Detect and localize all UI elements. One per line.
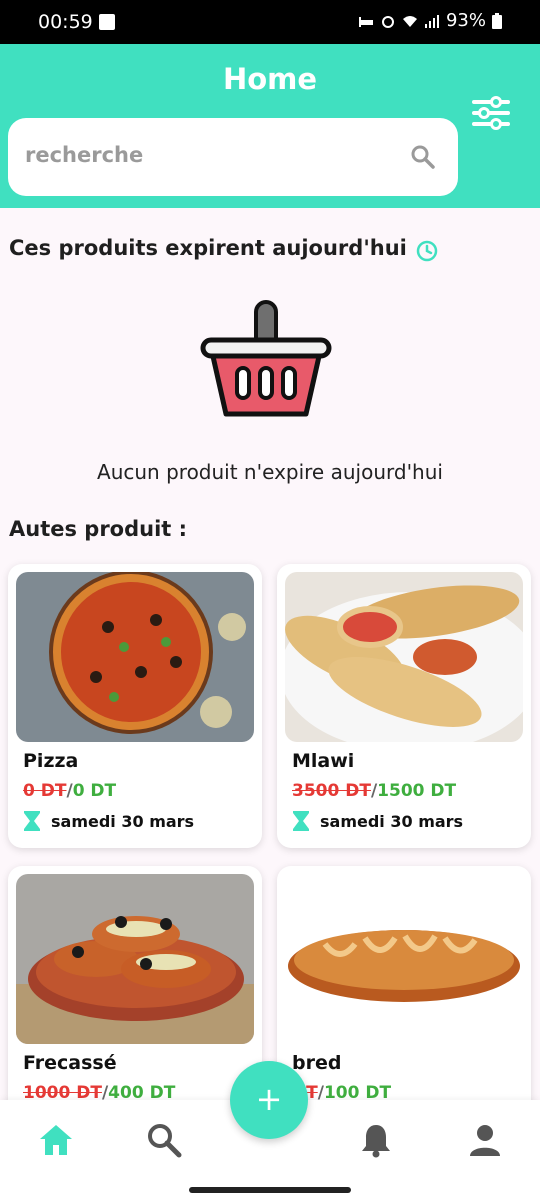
product-card-pizza[interactable]: Pizza 0 DT/0 DT samedi 30 mars: [8, 564, 262, 848]
other-products-title: Autes produit :: [9, 517, 188, 541]
search-placeholder: recherche: [25, 143, 144, 167]
gesture-bar[interactable]: [189, 1187, 351, 1193]
profile-icon[interactable]: [467, 1122, 503, 1158]
product-image-frecasse: [16, 874, 254, 1044]
bed-icon: [358, 16, 373, 27]
status-bar: 00:59 93%: [0, 0, 540, 44]
hourglass-icon: [293, 811, 309, 831]
expiring-section-title: Ces produits expirent aujourd'hui: [9, 236, 407, 260]
product-image-bred: [285, 874, 523, 1044]
status-icons: 93%: [358, 10, 502, 31]
hourglass-icon: [24, 811, 40, 831]
old-price: 0 DT: [23, 781, 67, 801]
expiry-date: samedi 30 mars: [51, 811, 195, 831]
filter-icon[interactable]: [472, 96, 510, 130]
product-name: Pizza: [23, 750, 79, 772]
gallery-notification-icon: [99, 14, 115, 30]
new-price: 1500 DT: [377, 781, 457, 801]
empty-message: Aucun produit n'expire aujourd'hui: [97, 460, 443, 484]
page-title: Home: [222, 62, 318, 96]
product-card-mlawi[interactable]: Mlawi 3500 DT/1500 DT samedi 30 mars: [277, 564, 531, 848]
add-product-button[interactable]: +: [230, 1061, 308, 1139]
bell-icon[interactable]: [358, 1122, 394, 1158]
status-time: 00:59: [38, 11, 93, 33]
search-icon[interactable]: [146, 1122, 182, 1158]
home-icon[interactable]: [38, 1122, 74, 1158]
alarm-icon: [381, 15, 394, 28]
product-name: Mlawi: [292, 750, 355, 772]
new-price: 0 DT: [72, 781, 117, 801]
product-price: 3500 DT/1500 DT: [292, 781, 456, 801]
product-price: 0 DT/0 DT: [23, 781, 116, 801]
product-image-pizza: [16, 572, 254, 742]
clock-icon: [416, 240, 438, 262]
wifi-icon: [402, 15, 417, 27]
app-bar: Home recherche: [0, 44, 540, 208]
product-image-mlawi: [285, 572, 523, 742]
product-name: bred: [292, 1052, 342, 1074]
battery-icon: [492, 12, 502, 29]
old-price: 3500 DT: [292, 781, 371, 801]
search-icon[interactable]: [410, 144, 436, 170]
search-input[interactable]: recherche: [8, 118, 458, 196]
product-name: Frecassé: [23, 1052, 117, 1074]
expiry-date: samedi 30 mars: [320, 811, 464, 831]
empty-basket-icon: [200, 300, 332, 417]
signal-icon: [424, 14, 439, 28]
expiry-date-row: samedi 30 mars: [23, 810, 194, 832]
expiry-date-row: samedi 30 mars: [292, 810, 463, 832]
battery-percent: 93%: [445, 10, 486, 31]
